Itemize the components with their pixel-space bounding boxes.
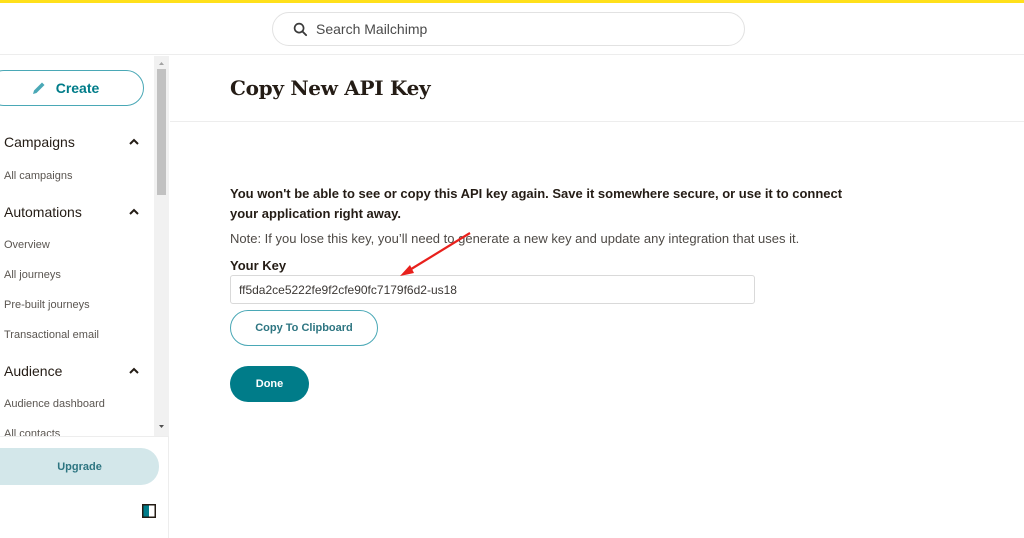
nav-item-all-contacts[interactable]: All contacts	[4, 428, 60, 436]
sidebar-nav: Create Campaigns All campaigns Automatio…	[0, 56, 169, 436]
api-key-field[interactable]	[230, 275, 755, 304]
chevron-up-icon[interactable]	[128, 206, 140, 218]
note-text: Note: If you lose this key, you’ll need …	[230, 231, 800, 246]
nav-item-all-journeys[interactable]: All journeys	[4, 269, 61, 281]
nav-item-audience-dashboard[interactable]: Audience dashboard	[4, 398, 105, 410]
nav-section-automations[interactable]: Automations	[4, 204, 82, 220]
chevron-up-icon[interactable]	[128, 365, 140, 377]
nav-item-transactional-email[interactable]: Transactional email	[4, 329, 99, 341]
search-input[interactable]: Search Mailchimp	[272, 12, 745, 46]
sidebar-divider	[0, 436, 169, 437]
scroll-up-arrow-icon[interactable]	[154, 58, 169, 68]
copy-to-clipboard-button[interactable]: Copy To Clipboard	[230, 310, 378, 346]
scroll-down-arrow-icon[interactable]	[154, 422, 169, 432]
search-icon	[293, 22, 308, 36]
nav-item-pre-built-journeys[interactable]: Pre-built journeys	[4, 299, 90, 311]
chevron-up-icon[interactable]	[128, 136, 140, 148]
nav-item-all-campaigns[interactable]: All campaigns	[4, 170, 72, 182]
upgrade-button[interactable]: Upgrade	[0, 448, 159, 485]
sidebar-scrollbar[interactable]	[154, 56, 169, 436]
pencil-icon	[32, 82, 45, 94]
collapse-sidebar-icon[interactable]	[142, 504, 156, 518]
top-header: Search Mailchimp	[0, 3, 1024, 55]
sidebar: Create Campaigns All campaigns Automatio…	[0, 56, 169, 538]
nav-section-audience[interactable]: Audience	[4, 363, 62, 379]
scrollbar-thumb[interactable]	[157, 69, 166, 195]
page-title: Copy New API Key	[230, 76, 431, 100]
done-button[interactable]: Done	[230, 366, 309, 402]
title-divider	[170, 121, 1024, 122]
nav-item-overview[interactable]: Overview	[4, 239, 50, 251]
warning-text: You won't be able to see or copy this AP…	[230, 186, 843, 221]
create-label: Create	[55, 80, 100, 96]
key-label: Your Key	[230, 258, 287, 273]
search-placeholder: Search Mailchimp	[316, 21, 428, 37]
create-button[interactable]: Create	[0, 70, 144, 106]
nav-section-campaigns[interactable]: Campaigns	[4, 134, 75, 150]
main-content: Copy New API Key You won't be able to se…	[170, 56, 1024, 538]
